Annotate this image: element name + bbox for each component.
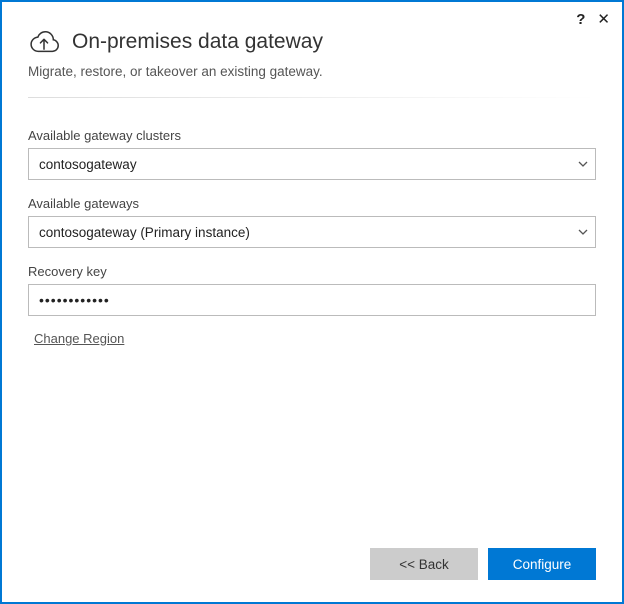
- header: On-premises data gateway: [2, 28, 622, 60]
- help-icon[interactable]: ?: [576, 11, 585, 28]
- clusters-select[interactable]: contosogateway: [28, 148, 596, 180]
- recovery-key-input[interactable]: [28, 284, 596, 316]
- close-icon[interactable]: ✕: [597, 10, 610, 28]
- change-region-link[interactable]: Change Region: [34, 331, 124, 346]
- gateways-value: contosogateway (Primary instance): [39, 225, 250, 240]
- footer: << Back Configure: [2, 548, 622, 602]
- gateways-select[interactable]: contosogateway (Primary instance): [28, 216, 596, 248]
- configure-button[interactable]: Configure: [488, 548, 596, 580]
- clusters-label: Available gateway clusters: [28, 128, 596, 143]
- back-button[interactable]: << Back: [370, 548, 478, 580]
- gateways-label: Available gateways: [28, 196, 596, 211]
- title-bar: ? ✕: [2, 2, 622, 28]
- divider: [28, 97, 596, 98]
- form-content: Available gateway clusters contosogatewa…: [2, 128, 622, 548]
- clusters-value: contosogateway: [39, 157, 137, 172]
- recovery-label: Recovery key: [28, 264, 596, 279]
- cloud-upload-icon: [28, 28, 60, 56]
- page-subtitle: Migrate, restore, or takeover an existin…: [2, 60, 622, 97]
- page-title: On-premises data gateway: [72, 30, 323, 54]
